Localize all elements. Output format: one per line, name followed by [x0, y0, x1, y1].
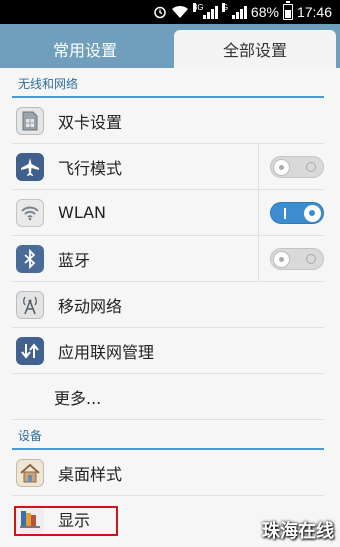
settings-item-more[interactable]: 更多... — [12, 374, 324, 420]
settings-item-label: 更多... — [54, 388, 102, 408]
wifi-icon — [16, 198, 44, 227]
settings-item-airplane-mode[interactable]: 飞行模式 — [12, 144, 324, 190]
airplane-icon — [16, 152, 44, 181]
bluetooth-icon — [16, 244, 44, 273]
tab-label: 常用设置 — [52, 41, 117, 60]
toggle-container — [258, 190, 324, 236]
settings-item-bluetooth[interactable]: 蓝牙 — [12, 236, 324, 282]
settings-item-mobile-network[interactable]: 移动网络 — [12, 282, 324, 328]
network-arrows-icon — [16, 336, 44, 365]
battery-icon — [282, 1, 293, 20]
settings-item-label: 桌面样式 — [58, 464, 123, 484]
battery-percent: 68% — [250, 4, 279, 20]
settings-item-wlan[interactable]: WLAN — [12, 190, 324, 236]
airplane-mode-toggle[interactable] — [270, 156, 324, 178]
status-bar: 3G G 68% 17:46 — [0, 0, 340, 24]
antenna-icon — [16, 290, 44, 319]
wifi-status-icon — [171, 5, 189, 19]
wlan-toggle[interactable] — [270, 202, 324, 224]
settings-item-home-style[interactable]: 桌面样式 — [12, 450, 324, 496]
settings-list: 无线和网络 双卡设置 飞行模式 WLAN 蓝牙 移动网络 应用联网管理 更多..… — [0, 68, 340, 542]
home-icon — [16, 458, 44, 487]
section-header-wireless: 无线和网络 — [0, 68, 340, 98]
alarm-icon — [153, 5, 167, 19]
tab-label: 全部设置 — [222, 41, 287, 60]
signal-g-icon: G — [221, 3, 247, 19]
signal-3g-icon: 3G — [192, 3, 218, 19]
settings-item-dual-sim[interactable]: 双卡设置 — [12, 98, 324, 144]
tab-bar: 常用设置 全部设置 — [0, 24, 340, 68]
settings-item-label: 蓝牙 — [58, 250, 91, 270]
bluetooth-toggle[interactable] — [270, 248, 324, 270]
watermark: 珠海在线 — [262, 521, 334, 542]
settings-item-label: 应用联网管理 — [58, 342, 155, 362]
display-highlight-box — [14, 506, 118, 536]
tab-all-settings[interactable]: 全部设置 — [174, 30, 336, 68]
settings-item-label: WLAN — [58, 203, 107, 222]
settings-item-label: 飞行模式 — [58, 158, 123, 178]
settings-item-label: 移动网络 — [58, 296, 123, 316]
clock: 17:46 — [296, 4, 332, 20]
toggle-container — [258, 236, 324, 282]
settings-item-app-network-management[interactable]: 应用联网管理 — [12, 328, 324, 374]
toggle-container — [258, 144, 324, 190]
tab-common-settings[interactable]: 常用设置 — [0, 30, 170, 68]
section-header-device: 设备 — [0, 420, 340, 450]
sim-card-icon — [16, 106, 44, 135]
settings-item-label: 双卡设置 — [58, 112, 123, 132]
